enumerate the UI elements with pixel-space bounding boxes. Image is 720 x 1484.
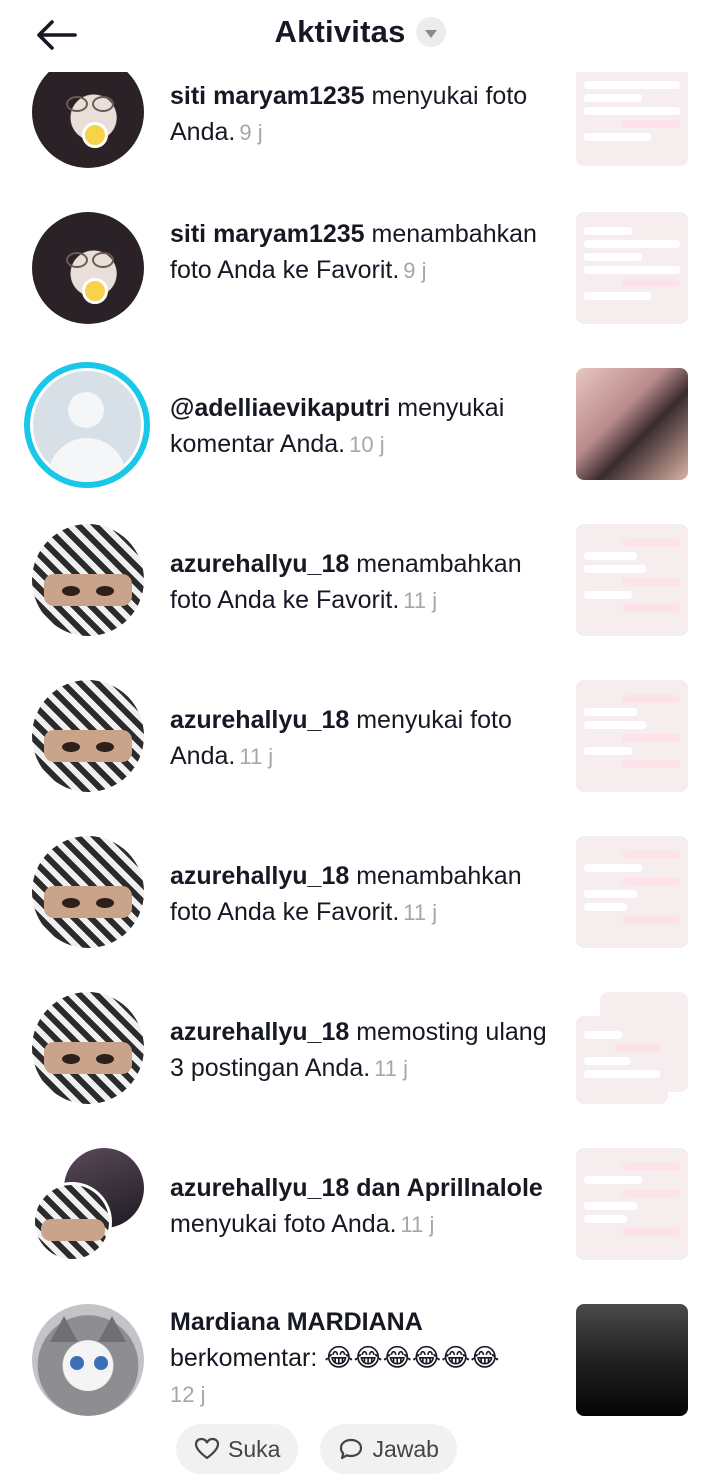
post-thumbnail[interactable] bbox=[576, 1016, 668, 1104]
like-comment-button[interactable]: Suka bbox=[176, 1424, 299, 1474]
notification-text: azurehallyu_18 menyukai foto Anda. 11 j bbox=[170, 702, 560, 775]
user-avatar[interactable] bbox=[32, 524, 144, 636]
username[interactable]: @adelliaevikaputri bbox=[170, 394, 390, 422]
user-avatar[interactable] bbox=[32, 680, 144, 792]
post-thumbnail[interactable] bbox=[576, 66, 688, 166]
user-avatar[interactable] bbox=[32, 212, 144, 324]
post-thumbnail[interactable] bbox=[576, 368, 688, 480]
post-thumbnail[interactable] bbox=[576, 680, 688, 792]
notification-text: siti maryam1235 menambahkan foto Anda ke… bbox=[170, 216, 560, 289]
notification-text: azurehallyu_18 menambahkan foto Anda ke … bbox=[170, 546, 560, 619]
reply-label: Jawab bbox=[372, 1435, 439, 1462]
page-title: Aktivitas bbox=[274, 14, 406, 49]
timestamp: 11 j bbox=[239, 744, 274, 769]
reply-comment-button[interactable]: Jawab bbox=[320, 1424, 457, 1474]
top-bar: Aktivitas bbox=[0, 0, 720, 72]
post-thumbnail[interactable] bbox=[576, 1304, 688, 1416]
notification-text: azurehallyu_18 menambahkan foto Anda ke … bbox=[170, 858, 560, 931]
timestamp: 11 j bbox=[403, 900, 438, 925]
username[interactable]: azurehallyu_18 bbox=[170, 862, 349, 890]
post-thumbnail[interactable] bbox=[576, 524, 688, 636]
chevron-down-icon[interactable] bbox=[415, 17, 446, 47]
user-avatar[interactable] bbox=[32, 1304, 144, 1416]
comment-actions: Suka Jawab bbox=[176, 1424, 457, 1474]
user-avatar[interactable] bbox=[32, 836, 144, 948]
username[interactable]: azurehallyu_18 bbox=[170, 706, 349, 734]
timestamp: 11 j bbox=[403, 588, 438, 613]
timestamp: 9 j bbox=[403, 258, 427, 283]
like-label: Suka bbox=[228, 1435, 281, 1462]
user-avatar[interactable] bbox=[32, 56, 144, 168]
username[interactable]: siti maryam1235 bbox=[170, 82, 365, 110]
comment-text: berkomentar: 😂😂😂😂😂😂 bbox=[170, 1344, 500, 1372]
timestamp: 11 j bbox=[400, 1212, 435, 1237]
notification-text: @adelliaevikaputri menyukai komentar And… bbox=[170, 390, 560, 463]
timestamp: 10 j bbox=[349, 432, 385, 457]
notification-text: Mardiana MARDIANA berkomentar: 😂😂😂😂😂😂 12… bbox=[170, 1304, 560, 1413]
post-thumbnail[interactable] bbox=[576, 212, 688, 324]
user-avatar[interactable] bbox=[24, 362, 150, 488]
username[interactable]: azurehallyu_18 dan Aprillnalole bbox=[170, 1174, 543, 1202]
user-avatar[interactable] bbox=[32, 1182, 112, 1262]
notification-text: azurehallyu_18 memosting ulang 3 posting… bbox=[170, 1014, 560, 1087]
heart-icon bbox=[194, 1437, 220, 1460]
username[interactable]: siti maryam1235 bbox=[170, 220, 365, 248]
notification-text: azurehallyu_18 dan Aprillnalole menyukai… bbox=[170, 1170, 560, 1243]
activity-filter[interactable]: Aktivitas bbox=[0, 14, 720, 50]
username[interactable]: azurehallyu_18 bbox=[170, 1018, 349, 1046]
username[interactable]: Mardiana MARDIANA bbox=[170, 1308, 423, 1336]
post-thumbnail[interactable] bbox=[576, 836, 688, 948]
timestamp: 11 j bbox=[374, 1056, 409, 1081]
post-thumbnail[interactable] bbox=[576, 1148, 688, 1260]
speech-bubble-icon bbox=[340, 1438, 363, 1460]
action-text: menyukai foto Anda. bbox=[170, 1210, 397, 1238]
notification-text: siti maryam1235 menyukai foto Anda. 9 j bbox=[170, 78, 560, 151]
user-avatar[interactable] bbox=[32, 992, 144, 1104]
username[interactable]: azurehallyu_18 bbox=[170, 550, 349, 578]
timestamp: 12 j bbox=[170, 1382, 206, 1407]
timestamp: 9 j bbox=[239, 120, 263, 145]
